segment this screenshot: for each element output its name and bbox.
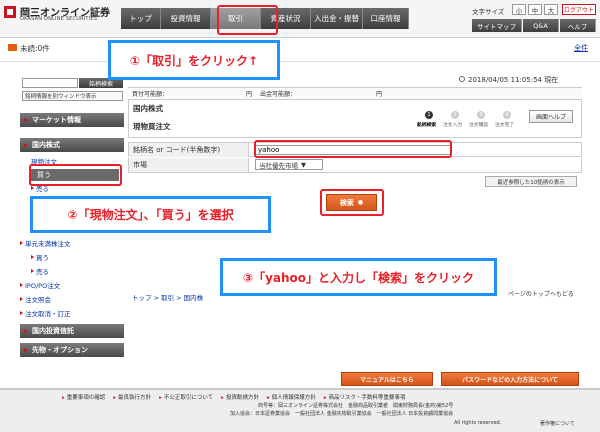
highlight-trade-tab	[217, 5, 278, 35]
sidebar-item-domestic-stock[interactable]: 国内株式	[20, 138, 124, 152]
current-datetime: 2018/04/05 11:05:54 現在	[468, 76, 559, 84]
footer-link-important[interactable]: 重要事項の確認	[62, 393, 106, 401]
logo-subtitle: OKASAN ONLINE SECURITIES	[20, 16, 98, 22]
unread-bar	[0, 38, 600, 62]
font-size-label: 文字サイズ	[472, 8, 505, 16]
step-4-icon: 4	[503, 111, 511, 119]
arrow-icon	[20, 311, 23, 315]
sidebar-item-order-cancel[interactable]: 注文取消・訂正	[20, 308, 71, 318]
annotation-step-3: ③「yahoo」と入力し「検索」をクリック	[220, 258, 497, 296]
step-3-label: 注文確認	[469, 123, 489, 128]
utility-area: 文字サイズ 小 中 大 ログアウト サイトマップ Q&A ヘルプ	[472, 4, 596, 34]
tab-top[interactable]: トップ	[121, 8, 161, 29]
section-title: 国内株式	[133, 104, 163, 113]
footer-link-solicitation[interactable]: 投資勧誘方針	[221, 393, 259, 401]
market-select[interactable]: 当社優先市場 ▼	[255, 159, 323, 170]
copyright: All rights reserved.	[454, 420, 502, 426]
step-1-icon: 1	[425, 111, 433, 119]
step-1-label: 銘柄検索	[417, 123, 437, 128]
footer-link-best-execution[interactable]: 最良執行方針	[113, 393, 151, 401]
help-link[interactable]: ヘルプ	[560, 19, 596, 32]
footer-association-info: 加入協会：日本証券業協会 一般社団法人 金融先物取引業協会 一般社団法人 日本投…	[230, 411, 454, 417]
arrow-icon	[31, 269, 34, 273]
annotation-step-1: ①「取引」をクリック↑	[108, 40, 280, 80]
step-2-label: 注文入力	[443, 123, 463, 128]
tab-investment-info[interactable]: 投資情報	[161, 8, 211, 29]
annotation-step-2: ②「現物注文」、「買う」を選択	[30, 196, 271, 233]
arrow-icon	[20, 297, 23, 301]
tab-deposit-transfer[interactable]: 入出金・振替	[311, 8, 363, 29]
account-balance-bar: 買付可能額： 円 出金可能額： 円	[128, 87, 582, 100]
footer-link-risk-fees[interactable]: 商品リスク・手数料等重要事項	[324, 393, 406, 401]
highlight-buy-item	[29, 164, 122, 186]
footer-buttons: マニュアルはこちら パスワードなどの入力方法について	[341, 372, 581, 386]
arrow-icon	[20, 241, 23, 245]
sidebar-item-odd-sell[interactable]: 売る	[31, 266, 49, 276]
arrow-icon	[31, 186, 34, 190]
market-label: 市場	[129, 158, 249, 172]
sidebar-item-ipo[interactable]: IPO/PO注文	[20, 280, 60, 290]
recent-10-stocks-button[interactable]: 最近参照した10銘柄の表示	[485, 176, 577, 187]
screen-help-button[interactable]: 画面ヘルプ	[529, 110, 573, 123]
qa-link[interactable]: Q&A	[523, 19, 559, 32]
arrow-icon	[20, 283, 23, 287]
all-messages-link[interactable]: 全件	[574, 43, 588, 53]
sitemap-link[interactable]: サイトマップ	[472, 19, 522, 32]
order-form-header: 国内株式 現物買注文 1 2 3 4 銘柄検索 注文入力 注文確認 注文完了 画…	[128, 100, 582, 138]
font-size-medium-button[interactable]: 中	[528, 4, 542, 15]
sidebar-item-market-info[interactable]: マーケット情報	[20, 113, 124, 127]
clock-icon	[459, 76, 465, 82]
sidebar-item-odd-buy[interactable]: 買う	[31, 252, 49, 262]
page-top-link[interactable]: ページのトップへもどる	[508, 289, 574, 298]
withdraw-yen: 円	[376, 91, 383, 98]
highlight-search-button	[320, 189, 384, 216]
step-2-icon: 2	[451, 111, 459, 119]
copyright-terms-link[interactable]: 著作権について	[540, 420, 575, 427]
footer: 重要事項の確認 最良執行方針 不公正取引について 投資勧誘方針 個人情報保護方針…	[0, 388, 600, 432]
logout-button[interactable]: ログアウト	[562, 4, 596, 15]
logo-icon	[4, 6, 16, 18]
breadcrumb[interactable]: トップ > 取引 > 国内株	[132, 292, 203, 302]
buying-power-label: 買付可能額：	[132, 91, 169, 98]
market-row: 市場 当社優先市場 ▼	[128, 158, 582, 173]
code-label: 銘柄名 or コード(半角数字)	[129, 143, 249, 157]
withdraw-label: 出金可能額：	[260, 91, 297, 98]
password-input-button[interactable]: パスワードなどの入力方法について	[441, 372, 579, 386]
manual-button[interactable]: マニュアルはこちら	[341, 372, 433, 386]
highlight-code-input	[254, 140, 452, 158]
font-size-large-button[interactable]: 大	[544, 4, 558, 15]
footer-company-info: 商号等：岡三オンライン証券株式会社 金融商品取引業者 関東財務局長(金商)第52…	[258, 403, 454, 409]
footer-links: 重要事項の確認 最良執行方針 不公正取引について 投資勧誘方針 個人情報保護方針…	[62, 393, 406, 401]
unread-count: 未読:0件	[20, 44, 50, 53]
sidebar-item-odd-lot[interactable]: 単元未満株注文	[20, 238, 71, 248]
footer-link-unfair-trade[interactable]: 不公正取引について	[159, 393, 213, 401]
tab-account-info[interactable]: 口座情報	[363, 8, 409, 29]
sidebar-item-futures-options[interactable]: 先物・オプション	[20, 343, 124, 357]
mail-icon	[8, 44, 17, 51]
font-size-small-button[interactable]: 小	[512, 4, 526, 15]
stock-search-input[interactable]	[22, 78, 78, 88]
step-4-label: 注文完了	[495, 123, 515, 128]
sidebar-item-domestic-trust[interactable]: 国内投資信託	[20, 324, 124, 338]
arrow-icon	[31, 255, 34, 259]
new-window-toggle[interactable]: 銘柄情報を別ウィンドウ表示	[22, 91, 123, 101]
sidebar-item-order-inquiry[interactable]: 注文照会	[20, 294, 51, 304]
footer-link-privacy[interactable]: 個人情報保護方針	[267, 393, 316, 401]
page-title: 現物買注文	[133, 122, 171, 131]
step-3-icon: 3	[477, 111, 485, 119]
buying-power-yen: 円	[246, 91, 253, 98]
chevron-down-icon: ▼	[301, 160, 306, 169]
